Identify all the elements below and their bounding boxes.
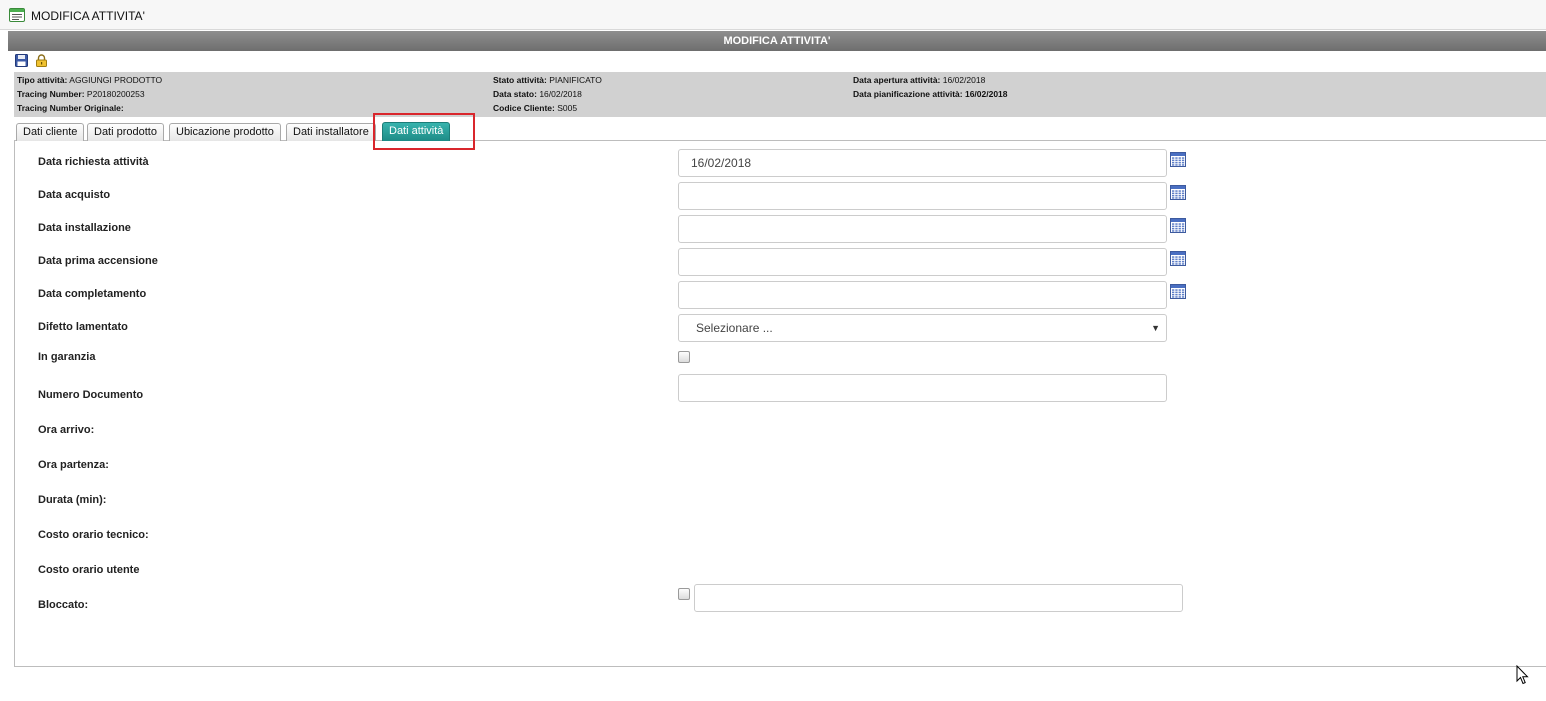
lock-button[interactable] xyxy=(35,54,49,68)
window-title: MODIFICA ATTIVITA' xyxy=(31,9,145,23)
durata-label: Durata (min): xyxy=(38,494,107,506)
calendar-icon[interactable] xyxy=(1170,250,1186,266)
calendar-icon[interactable] xyxy=(1170,217,1186,233)
costo-orario-utente-label: Costo orario utente xyxy=(38,564,140,576)
data-acquisto-input[interactable] xyxy=(678,182,1167,210)
floppy-disk-icon xyxy=(15,54,28,67)
costo-orario-tecnico-label: Costo orario tecnico: xyxy=(38,529,149,541)
tab-dati-installatore[interactable]: Dati installatore xyxy=(286,123,376,141)
calendar-icon[interactable] xyxy=(1170,151,1186,167)
tab-bar: Dati cliente Dati prodotto Ubicazione pr… xyxy=(14,117,1546,141)
in-garanzia-label: In garanzia xyxy=(38,351,96,363)
info-data-apertura: Data apertura attività: 16/02/2018 xyxy=(853,75,986,85)
info-data-pianificazione: Data pianificazione attività: 16/02/2018 xyxy=(853,89,1008,99)
calendar-icon[interactable] xyxy=(1170,283,1186,299)
difetto-lamentato-selected: Selezionare ... xyxy=(696,321,773,335)
save-button[interactable] xyxy=(15,54,29,68)
data-acquisto-label: Data acquisto xyxy=(38,189,111,201)
data-prima-accensione-label: Data prima accensione xyxy=(38,255,158,267)
tab-dati-attivita[interactable]: Dati attività xyxy=(382,122,451,141)
difetto-lamentato-label: Difetto lamentato xyxy=(38,321,128,333)
data-completamento-label: Data completamento xyxy=(38,288,147,300)
ora-partenza-label: Ora partenza: xyxy=(38,459,109,471)
data-prima-accensione-input[interactable] xyxy=(678,248,1167,276)
mouse-cursor-icon xyxy=(1516,664,1530,690)
data-richiesta-label: Data richiesta attività xyxy=(38,156,149,168)
info-tipo-attivita: Tipo attività: AGGIUNGI PRODOTTO xyxy=(17,75,163,85)
data-installazione-label: Data installazione xyxy=(38,222,131,234)
info-tracing-number: Tracing Number: P20180200253 xyxy=(17,89,145,99)
bloccato-label: Bloccato: xyxy=(38,599,89,611)
info-codice-cliente: Codice Cliente: S005 xyxy=(493,103,578,113)
lock-icon xyxy=(36,54,47,67)
tab-dati-cliente[interactable]: Dati cliente xyxy=(16,123,85,141)
data-completamento-input[interactable] xyxy=(678,281,1167,309)
ora-arrivo-label: Ora arrivo: xyxy=(38,424,95,436)
difetto-lamentato-select[interactable]: Selezionare ... ▼ xyxy=(678,314,1167,342)
bloccato-note-input[interactable] xyxy=(694,584,1183,612)
info-data-stato: Data stato: 16/02/2018 xyxy=(493,89,582,99)
calendar-icon[interactable] xyxy=(1170,184,1186,200)
data-installazione-input[interactable] xyxy=(678,215,1167,243)
bloccato-checkbox[interactable] xyxy=(678,588,690,600)
numero-documento-input[interactable] xyxy=(678,374,1167,402)
data-richiesta-input[interactable]: 16/02/2018 xyxy=(678,149,1167,177)
form-icon xyxy=(9,8,25,27)
tab-dati-prodotto[interactable]: Dati prodotto xyxy=(87,123,164,141)
info-stato-attivita: Stato attività: PIANIFICATO xyxy=(493,75,602,85)
info-tracing-number-originale: Tracing Number Originale: xyxy=(17,103,124,113)
activity-info-panel: Tipo attività: AGGIUNGI PRODOTTO Tracing… xyxy=(14,72,1546,117)
numero-documento-label: Numero Documento xyxy=(38,389,144,401)
page-title: MODIFICA ATTIVITA' xyxy=(8,31,1546,51)
window-title-bar: MODIFICA ATTIVITA' xyxy=(0,0,1546,30)
in-garanzia-checkbox[interactable] xyxy=(678,351,690,363)
tab-ubicazione-prodotto[interactable]: Ubicazione prodotto xyxy=(169,123,281,141)
dropdown-arrow-icon: ▼ xyxy=(1151,323,1160,333)
